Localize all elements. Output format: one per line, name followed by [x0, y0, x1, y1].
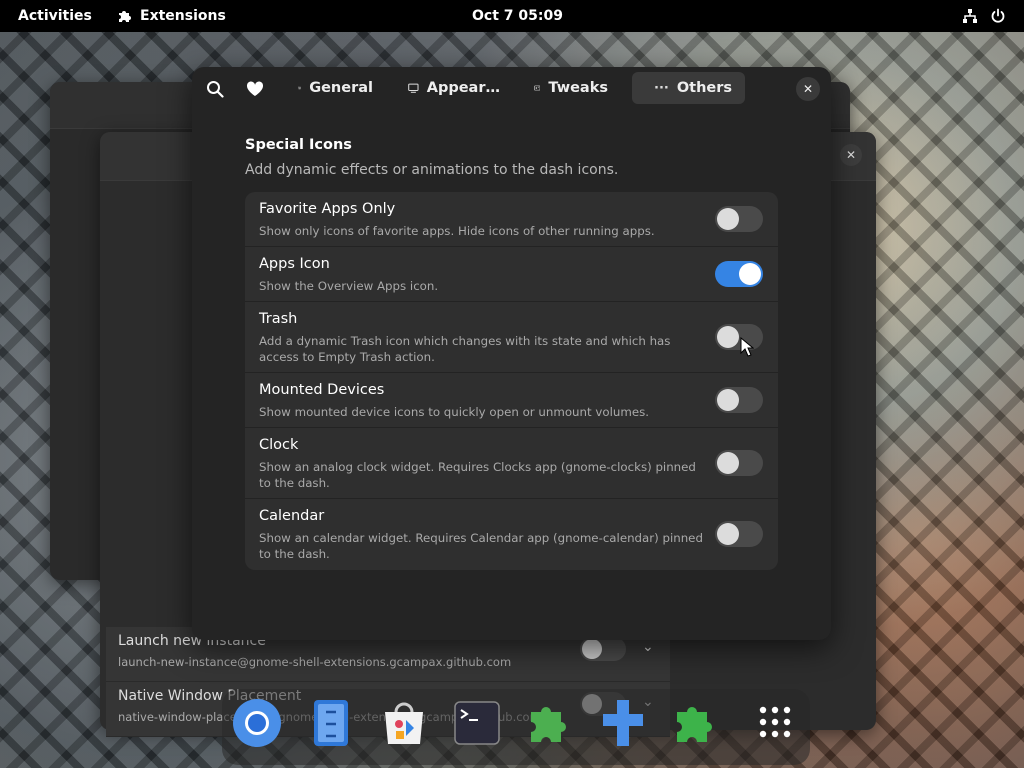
mounted-devices-switch[interactable] [715, 387, 763, 413]
files-icon[interactable] [306, 698, 356, 748]
setting-subtitle: Show the Overview Apps icon. [259, 279, 439, 293]
activities-button[interactable]: Activities [18, 0, 92, 32]
calendar-switch[interactable] [715, 521, 763, 547]
mouse-pointer-icon [740, 337, 754, 357]
close-icon[interactable]: ✕ [840, 144, 862, 166]
app-menu-label: Extensions [140, 8, 226, 24]
tab-label: Tweaks [548, 80, 608, 96]
settings-list: Favorite Apps Only Show only icons of fa… [245, 192, 778, 570]
app-menu[interactable]: Extensions [117, 0, 226, 32]
app-grid-icon[interactable] [750, 698, 800, 748]
sliders-icon [298, 86, 301, 90]
setting-row-mounted-devices[interactable]: Mounted Devices Show mounted device icon… [245, 373, 778, 428]
tweaks-icon [534, 85, 541, 91]
setting-row-calendar[interactable]: Calendar Show an calendar widget. Requir… [245, 499, 778, 570]
tab-others[interactable]: ··· Others [632, 72, 745, 104]
setting-title: Clock [259, 437, 299, 453]
setting-title: Trash [259, 311, 298, 327]
chevron-down-icon[interactable]: ⌄ [642, 639, 654, 655]
chromium-icon[interactable] [232, 698, 282, 748]
top-bar: Activities Extensions Oct 7 05:09 [0, 0, 1024, 32]
setting-row-apps-icon[interactable]: Apps Icon Show the Overview Apps icon. [245, 247, 778, 302]
setting-title: Calendar [259, 508, 325, 524]
network-icon[interactable] [962, 0, 978, 32]
setting-subtitle: Show an analog clock widget. Requires Cl… [259, 460, 696, 490]
clock-switch[interactable] [715, 450, 763, 476]
close-icon[interactable]: ✕ [796, 77, 820, 101]
setting-row-favorite-apps-only[interactable]: Favorite Apps Only Show only icons of fa… [245, 192, 778, 247]
clock[interactable]: Oct 7 05:09 [472, 0, 563, 32]
setting-row-clock[interactable]: Clock Show an analog clock widget. Requi… [245, 428, 778, 499]
tab-label: Others [676, 80, 733, 96]
trash-switch[interactable] [715, 324, 763, 350]
setting-row-trash[interactable]: Trash Add a dynamic Trash icon which cha… [245, 302, 778, 373]
software-store-icon[interactable] [379, 698, 429, 748]
tab-label: General [309, 80, 373, 96]
extension-id: launch-new-instance@gnome-shell-extensio… [118, 655, 512, 669]
apps-icon-switch[interactable] [715, 261, 763, 287]
setting-title: Favorite Apps Only [259, 201, 396, 217]
section-title: Special Icons [245, 137, 352, 153]
tab-appearance[interactable]: Appear… [398, 72, 510, 104]
search-icon[interactable] [205, 79, 225, 99]
section-subtitle: Add dynamic effects or animations to the… [245, 162, 619, 178]
setting-subtitle: Add a dynamic Trash icon which changes w… [259, 334, 671, 364]
puzzle-icon [119, 11, 131, 22]
tab-tweaks[interactable]: Tweaks [524, 72, 618, 104]
extension-toggle[interactable] [580, 637, 626, 661]
extensions-green-icon[interactable] [671, 698, 721, 748]
heart-icon[interactable] [245, 79, 265, 99]
setting-title: Mounted Devices [259, 382, 385, 398]
setting-subtitle: Show mounted device icons to quickly ope… [259, 405, 649, 419]
tab-general[interactable]: General [288, 72, 383, 104]
header-bar: General Appear… Tweaks ··· Others ✕ [192, 67, 831, 111]
extensions-icon[interactable] [525, 698, 575, 748]
monitor-icon [408, 83, 419, 93]
setting-subtitle: Show only icons of favorite apps. Hide i… [259, 224, 655, 238]
terminal-icon[interactable] [452, 698, 502, 748]
extension-manager-icon[interactable] [598, 698, 648, 748]
more-icon: ··· [654, 80, 669, 96]
preferences-dialog: General Appear… Tweaks ··· Others ✕ Spec… [192, 67, 831, 640]
tab-label: Appear… [426, 80, 500, 96]
power-icon[interactable] [990, 0, 1006, 32]
setting-title: Apps Icon [259, 256, 330, 272]
setting-subtitle: Show an calendar widget. Requires Calend… [259, 531, 703, 561]
favorite-apps-only-switch[interactable] [715, 206, 763, 232]
